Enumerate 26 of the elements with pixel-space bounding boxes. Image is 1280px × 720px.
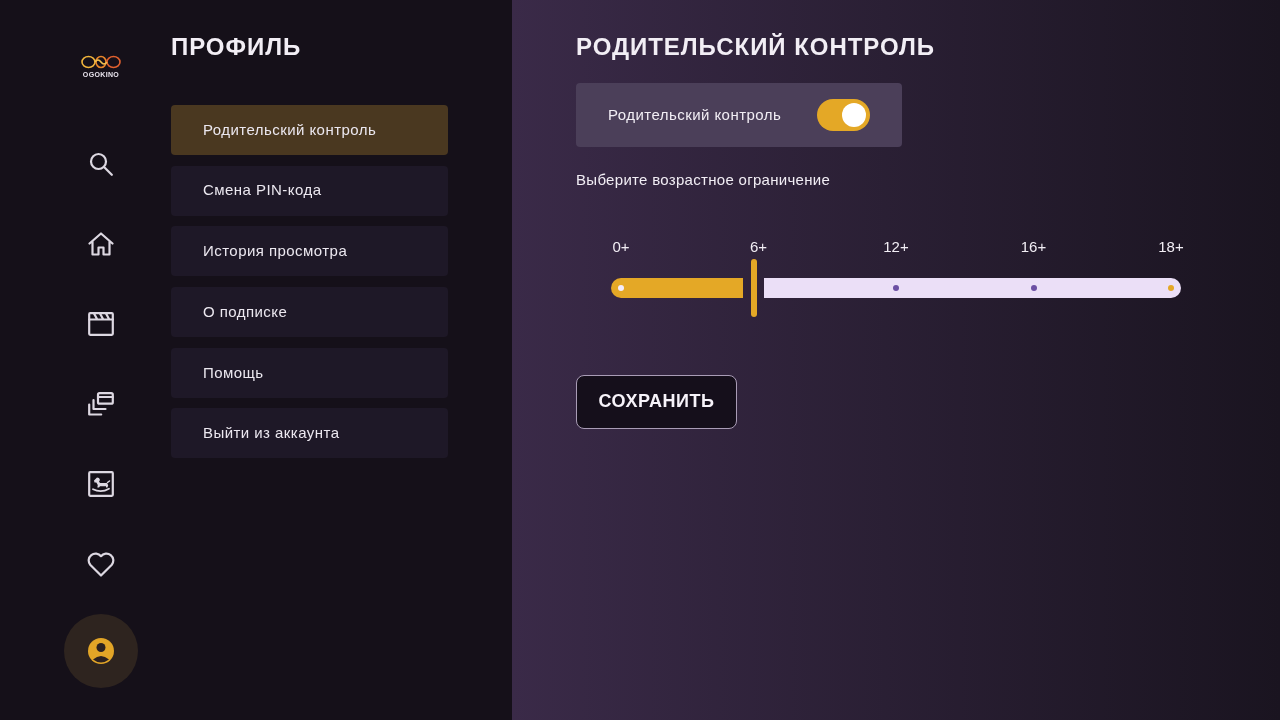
menu-item[interactable]: Смена PIN-кода bbox=[171, 165, 448, 216]
age-label: 6+ bbox=[749, 236, 768, 257]
stacked-cards-icon bbox=[88, 392, 114, 416]
slider-thumb[interactable] bbox=[750, 258, 757, 317]
menu-item[interactable]: Помощь bbox=[171, 347, 448, 398]
age-label: 18+ bbox=[1158, 236, 1184, 257]
menu-item[interactable]: Родительский контроль bbox=[171, 105, 448, 155]
age-label: 12+ bbox=[883, 236, 909, 257]
age-label: 0+ bbox=[612, 236, 630, 257]
toggle-label: Родительский контроль bbox=[608, 104, 782, 125]
search-icon bbox=[89, 152, 113, 176]
clapperboard-icon bbox=[88, 312, 114, 336]
heart-icon bbox=[87, 551, 115, 577]
menu-item[interactable]: История просмотра bbox=[171, 226, 448, 277]
age-prompt: Выберите возрастное ограничение bbox=[576, 170, 831, 190]
section-title: РОДИТЕЛЬСКИЙ КОНТРОЛЬ bbox=[576, 32, 936, 62]
user-avatar-icon bbox=[88, 638, 114, 664]
menu-item[interactable]: Выйти из аккаунта bbox=[171, 408, 448, 459]
age-label: 16+ bbox=[1020, 236, 1047, 257]
logo-icon bbox=[81, 55, 121, 69]
home-icon bbox=[88, 232, 114, 256]
toggle-switch[interactable] bbox=[817, 99, 870, 131]
page-title: ПРОФИЛЬ bbox=[171, 32, 302, 62]
rocking-horse-icon bbox=[88, 471, 114, 497]
save-button[interactable]: СОХРАНИТЬ bbox=[576, 374, 737, 429]
menu-item[interactable]: О подписке bbox=[171, 287, 448, 338]
